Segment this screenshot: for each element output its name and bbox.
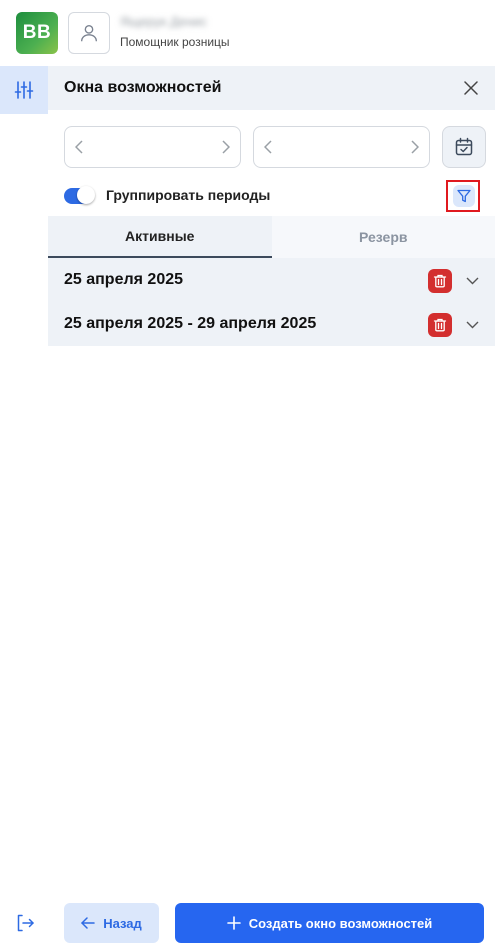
back-button[interactable]: Назад [64, 903, 159, 943]
sliders-icon [14, 81, 34, 99]
create-button-label: Создать окно возможностей [248, 915, 433, 931]
delete-button[interactable] [428, 313, 452, 337]
back-button-label: Назад [103, 915, 142, 931]
end-date-input[interactable] [253, 126, 430, 168]
tab-active[interactable]: Активные [48, 216, 272, 258]
filter-button[interactable] [453, 185, 475, 207]
user-role: Помощник розницы [120, 35, 230, 49]
close-button[interactable] [461, 78, 481, 98]
chevron-left-icon[interactable] [75, 140, 83, 154]
chevron-left-icon[interactable] [264, 140, 272, 154]
delete-button[interactable] [428, 269, 452, 293]
list-item[interactable]: 25 апреля 2025 - 29 апреля 2025 [48, 302, 495, 346]
chevron-right-icon[interactable] [222, 140, 230, 154]
arrow-left-icon [81, 917, 95, 929]
expand-button[interactable] [464, 273, 480, 289]
panel-header: Окна возможностей [48, 66, 495, 110]
user-name: Ящерук Денис [120, 14, 208, 29]
expand-button[interactable] [464, 317, 480, 333]
user-icon [80, 24, 98, 42]
chevron-down-icon [466, 321, 478, 329]
period-title: 25 апреля 2025 [64, 271, 184, 288]
page-title: Окна возможностей [64, 79, 222, 96]
period-title: 25 апреля 2025 - 29 апреля 2025 [64, 315, 317, 332]
plus-icon [226, 916, 241, 930]
start-date-input[interactable] [64, 126, 241, 168]
calendar-button[interactable] [442, 126, 486, 168]
chevron-down-icon [466, 277, 478, 285]
trash-icon [433, 274, 447, 288]
logout-icon [17, 914, 34, 932]
tab-reserve[interactable]: Резерв [271, 216, 495, 258]
list-item[interactable]: 25 апреля 2025 [48, 258, 495, 302]
period-list: 25 апреля 2025 25 апреля 2025 - 29 апрел… [48, 258, 495, 346]
app-logo: BB [16, 12, 58, 54]
group-periods-label: Группировать периоды [106, 187, 271, 203]
create-opportunity-window-button[interactable]: Создать окно возможностей [175, 903, 484, 943]
trash-icon [433, 318, 447, 332]
group-periods-toggle[interactable] [64, 186, 95, 204]
chevron-right-icon[interactable] [411, 140, 419, 154]
calendar-icon [455, 137, 473, 156]
toggle-knob [77, 186, 95, 204]
tabs: Активные Резерв [48, 216, 495, 258]
logout-button[interactable] [14, 912, 36, 934]
filter-icon [457, 189, 471, 203]
close-icon [464, 81, 478, 95]
sidebar-item-filters[interactable] [0, 66, 48, 114]
avatar[interactable] [68, 12, 110, 54]
